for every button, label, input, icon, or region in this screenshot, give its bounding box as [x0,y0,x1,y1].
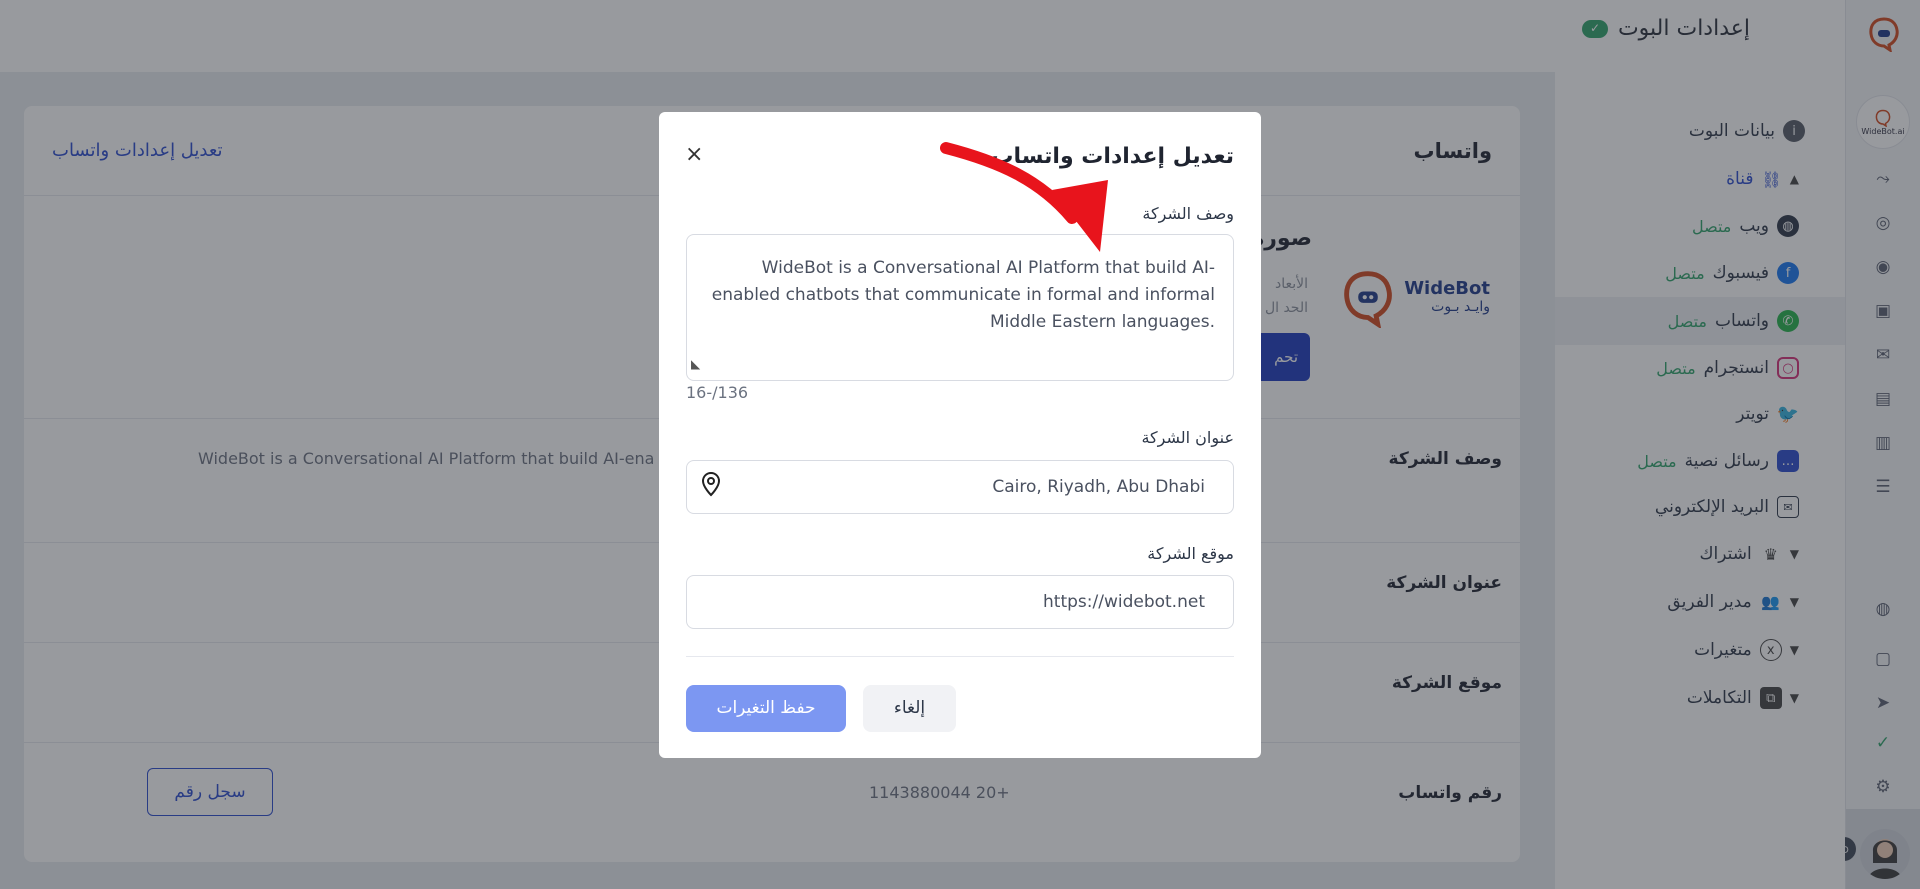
character-counter: 16-/136 [686,383,749,402]
website-input[interactable]: https://widebot.net [686,575,1234,629]
annotation-arrow-icon [940,142,1108,252]
save-changes-button[interactable]: حفظ التغيرات [686,685,846,732]
website-label: موقع الشركة [1147,544,1234,563]
close-icon[interactable]: × [685,142,703,167]
address-input[interactable]: Cairo, Riyadh, Abu Dhabi [686,460,1234,514]
website-value: https://widebot.net [1043,592,1205,612]
modal-divider [686,656,1234,657]
resize-handle-icon[interactable]: ◣ [691,351,700,378]
cancel-button[interactable]: إلغاء [863,685,956,732]
address-value: Cairo, Riyadh, Abu Dhabi [992,477,1205,497]
location-pin-icon [701,471,721,497]
description-label: وصف الشركة [1142,204,1234,223]
address-label: عنوان الشركة [1141,428,1234,447]
